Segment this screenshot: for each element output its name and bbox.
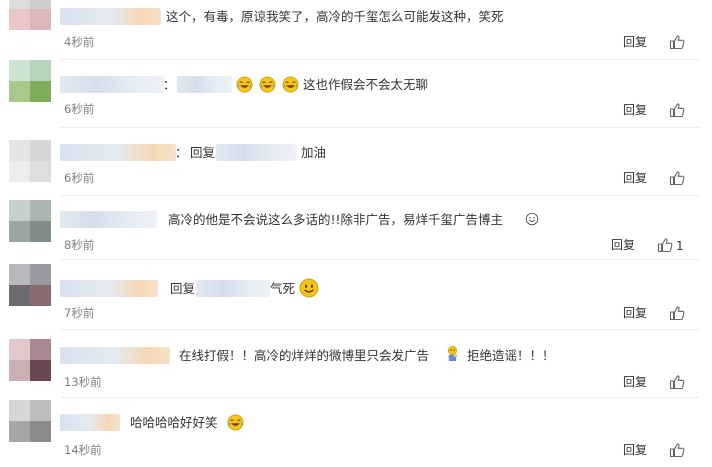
like-count: 1 <box>676 239 684 253</box>
comment-text: 这也作假会不会太无聊 <box>303 77 429 92</box>
avatar[interactable] <box>9 140 51 182</box>
reply-prefix: 回复 <box>170 281 196 296</box>
comment-item: ： 回复 加油 6秒前 回复 <box>0 128 712 196</box>
avatar[interactable] <box>9 400 51 442</box>
avatar[interactable] <box>9 60 51 102</box>
avatar[interactable] <box>9 264 51 306</box>
colon-separator: ： <box>175 145 188 160</box>
comment-text: 这个，有毒，原谅我笑了，高冷的千玺怎么可能发这种，笑死 <box>166 9 504 24</box>
thumbs-up-icon[interactable] <box>669 34 685 50</box>
thumbs-up-icon[interactable] <box>669 442 685 458</box>
thumbs-up-icon[interactable] <box>669 170 685 186</box>
comment-text: 高冷的他是不会说这么多话的!!除非广告，易烊千玺广告博主 <box>168 212 504 227</box>
username-blurred[interactable] <box>60 76 164 93</box>
reply-prefix: 回复 <box>190 145 216 160</box>
comment-text: 气死 <box>270 281 296 296</box>
reply-button[interactable]: 回复 <box>623 306 647 320</box>
comment-time: 4秒前 <box>64 35 95 49</box>
thumbs-up-icon[interactable] <box>669 374 685 390</box>
reply-button[interactable]: 回复 <box>611 238 635 252</box>
laugh-cry-emoji <box>236 76 253 93</box>
username-blurred[interactable] <box>60 414 120 431</box>
reply-button[interactable]: 回复 <box>623 171 647 185</box>
thinking-figure-emoji <box>447 345 458 361</box>
comment-text-continued: 拒绝造谣！！！ <box>467 348 555 363</box>
comment-text: 哈哈哈哈好好笑 <box>130 415 218 430</box>
username-blurred[interactable] <box>60 347 170 364</box>
reply-button[interactable]: 回复 <box>623 375 647 389</box>
avatar[interactable] <box>9 0 51 30</box>
comment-item: 高冷的他是不会说这么多话的!!除非广告，易烊千玺广告博主 8秒前 回复 1 <box>0 196 712 260</box>
laugh-cry-emoji <box>259 76 276 93</box>
mention-blurred[interactable] <box>216 144 296 161</box>
comment-time: 14秒前 <box>64 443 102 457</box>
comment-text: 在线打假！！高冷的烊烊的微博里只会发广告 <box>179 348 430 363</box>
laugh-cry-emoji <box>227 414 244 431</box>
comment-time: 6秒前 <box>64 102 95 116</box>
comment-item: 这个，有毒，原谅我笑了，高冷的千玺怎么可能发这种，笑死 4秒前 回复 <box>0 0 712 60</box>
mention-blurred[interactable] <box>196 280 270 297</box>
thumbs-up-icon[interactable] <box>657 237 673 253</box>
thumbs-up-icon[interactable] <box>669 305 685 321</box>
smile-emoji <box>525 212 539 226</box>
reply-button[interactable]: 回复 <box>623 443 647 457</box>
thumbs-up-icon[interactable] <box>669 102 685 118</box>
username-blurred[interactable] <box>60 8 161 25</box>
comment-item: 在线打假！！高冷的烊烊的微博里只会发广告 拒绝造谣！！！ 13秒前 回复 <box>0 330 712 398</box>
username-blurred[interactable] <box>60 144 176 161</box>
laugh-cry-emoji <box>282 76 299 93</box>
reply-button[interactable]: 回复 <box>623 35 647 49</box>
reply-button[interactable]: 回复 <box>623 103 647 117</box>
comment-item: 回复 气死 7秒前 回复 <box>0 260 712 330</box>
comment-time: 8秒前 <box>64 238 95 252</box>
comment-text: 加油 <box>301 145 327 160</box>
mention-blurred[interactable] <box>177 76 232 93</box>
avatar[interactable] <box>9 200 51 242</box>
smile-emoji <box>299 278 319 298</box>
comment-time: 6秒前 <box>64 171 95 185</box>
avatar[interactable] <box>9 339 51 381</box>
colon-separator: ： <box>163 77 176 92</box>
username-blurred[interactable] <box>60 280 158 297</box>
comment-time: 13秒前 <box>64 375 102 389</box>
comment-item: 哈哈哈哈好好笑 14秒前 回复 <box>0 398 712 467</box>
comment-item: ： 这也作假会不会太无聊 6秒前 回复 <box>0 60 712 128</box>
username-blurred[interactable] <box>60 211 157 228</box>
comment-time: 7秒前 <box>64 306 95 320</box>
